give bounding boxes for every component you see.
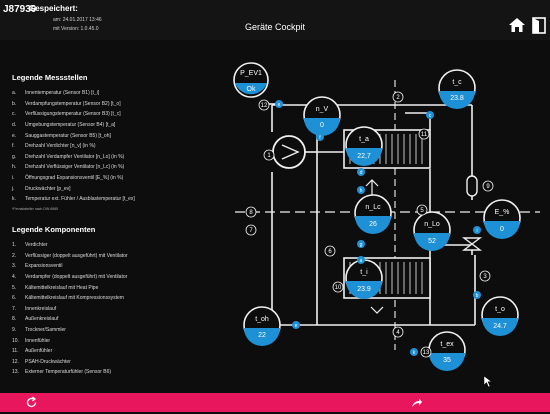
component-number: 1 — [263, 149, 275, 161]
sensor-pev-label: P_EV1 — [240, 70, 262, 77]
svg-text:13: 13 — [423, 350, 430, 356]
sensor-epct[interactable]: E_% 0 — [483, 199, 521, 239]
sensor-tex[interactable]: t_ex 35 — [428, 331, 466, 371]
svg-text:11: 11 — [421, 132, 428, 138]
expansion-valve-icon — [461, 237, 483, 251]
svg-text:12: 12 — [261, 103, 268, 109]
sensor-nlo-value: 52 — [428, 238, 436, 245]
sensor-toh-label: t_oh — [255, 316, 269, 323]
sensor-nv-value: 0 — [320, 122, 324, 129]
point-marker: f — [316, 133, 324, 141]
svg-text:10: 10 — [335, 285, 342, 291]
svg-text:g: g — [360, 242, 363, 248]
sensor-to-label: t_o — [495, 306, 505, 313]
sensor-tc[interactable]: t_c 23.8 — [438, 69, 476, 109]
footer-bar — [0, 393, 550, 412]
component-number: 5 — [416, 204, 428, 216]
sensor-tc-value: 23.8 — [450, 95, 464, 102]
point-marker: e — [292, 321, 300, 329]
refresh-icon[interactable] — [25, 396, 38, 409]
sensor-tex-value: 35 — [443, 357, 451, 364]
sensor-nlc[interactable]: n_Lc 26 — [354, 194, 392, 234]
point-marker: i — [473, 226, 481, 234]
svg-text:e: e — [278, 102, 281, 108]
point-marker: b — [473, 291, 481, 299]
mouse-cursor — [483, 375, 493, 388]
component-number: 11 — [418, 128, 430, 140]
sensor-nlc-label: n_Lc — [365, 204, 381, 211]
svg-text:b: b — [476, 293, 479, 299]
sensor-ti[interactable]: t_i 23.9 — [345, 259, 383, 299]
component-number: 6 — [324, 245, 336, 257]
point-marker: c — [426, 111, 434, 119]
dryer-icon — [466, 175, 478, 197]
sensor-epct-label: E_% — [495, 209, 510, 216]
svg-text:i: i — [476, 228, 477, 234]
point-marker: g — [357, 240, 365, 248]
sensor-nlo[interactable]: n_Lo 52 — [413, 211, 451, 251]
component-number: 4 — [392, 326, 404, 338]
point-marker: a — [357, 256, 365, 264]
svg-text:h: h — [360, 188, 363, 194]
sensor-epct-value: 0 — [500, 226, 504, 233]
component-number: 13 — [420, 346, 432, 358]
sensor-nv-label: n_V — [316, 106, 329, 113]
component-number: 12 — [258, 99, 270, 111]
sensor-toh-value: 22 — [258, 332, 266, 339]
component-number: 2 — [392, 91, 404, 103]
share-icon[interactable] — [410, 396, 423, 409]
sensor-to-value: 24.7 — [493, 323, 507, 330]
component-number: 7 — [245, 224, 257, 236]
sensor-nv[interactable]: n_V 0 — [303, 96, 341, 136]
point-marker: h — [357, 186, 365, 194]
sensor-ta-label: t_a — [359, 136, 369, 143]
sensor-nlo-label: n_Lo — [424, 221, 440, 228]
component-number: 9 — [482, 180, 494, 192]
point-marker: e — [275, 100, 283, 108]
refrigeration-diagram: P_EV1 Ok t_c 23.8 n_V 0 t_a 22,7 n_Lc 26… — [233, 62, 540, 388]
point-marker: d — [357, 168, 365, 176]
sensor-tex-label: t_ex — [440, 341, 454, 348]
sensor-to[interactable]: t_o 24.7 — [481, 296, 519, 336]
svg-text:e: e — [295, 323, 298, 329]
svg-text:a: a — [360, 258, 363, 264]
component-number: 3 — [479, 270, 491, 282]
point-marker: k — [410, 348, 418, 356]
compressor-icon — [272, 135, 306, 169]
sensor-pev[interactable]: P_EV1 Ok — [233, 62, 269, 98]
sensor-nlc-value: 26 — [369, 221, 377, 228]
sensor-ti-value: 23.9 — [357, 286, 371, 293]
sensor-ta[interactable]: t_a 22,7 — [345, 126, 383, 166]
svg-text:d: d — [360, 170, 363, 176]
sensor-toh[interactable]: t_oh 22 — [243, 306, 281, 346]
sensor-ti-label: t_i — [360, 269, 368, 276]
sensor-pev-value: Ok — [247, 86, 256, 93]
sensor-tc-label: t_c — [452, 79, 462, 86]
component-number: 10 — [332, 281, 344, 293]
sensor-ta-value: 22,7 — [357, 153, 371, 160]
component-number: 8 — [245, 206, 257, 218]
